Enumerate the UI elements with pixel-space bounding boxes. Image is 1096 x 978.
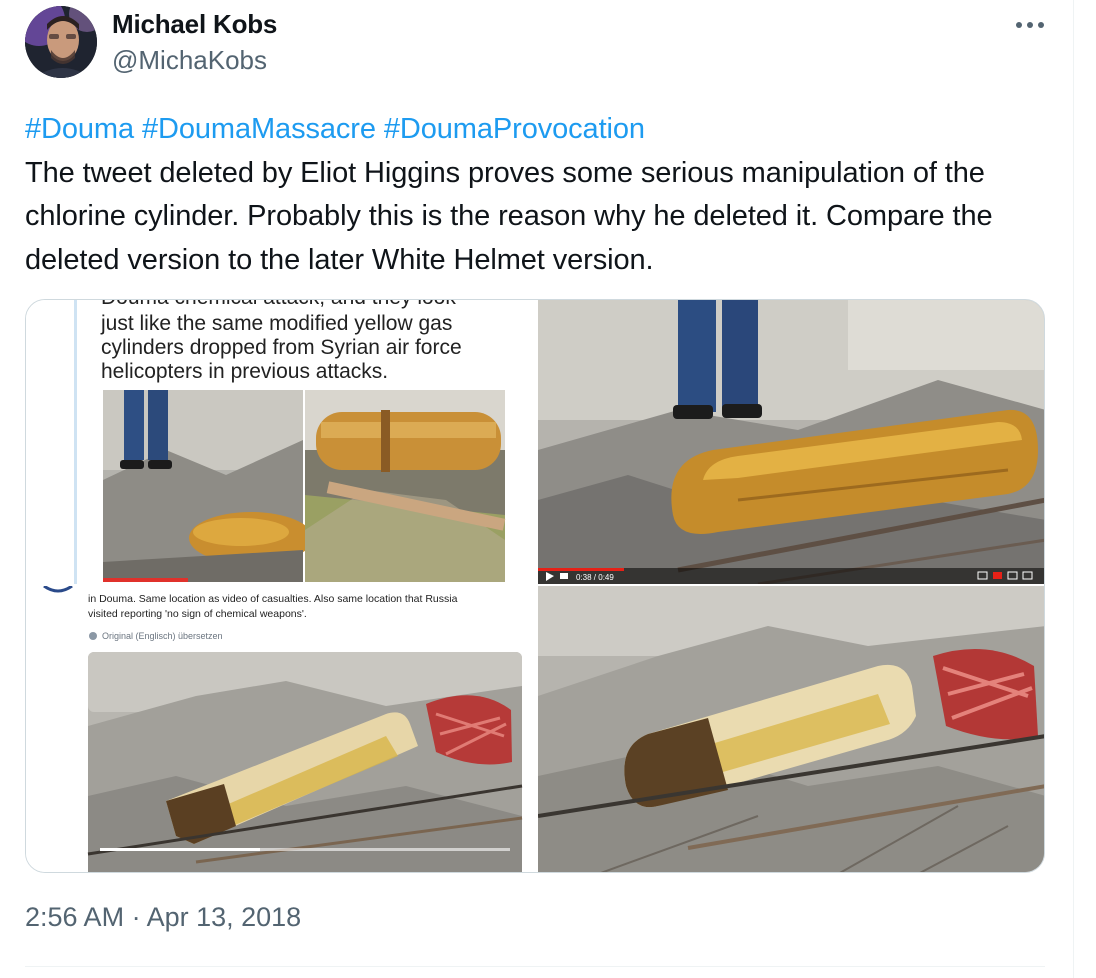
media-video-cylinder-rooftop[interactable]: 0:38 / 0:49 <box>538 300 1044 584</box>
media-image-cylinder-closeup[interactable] <box>538 586 1044 872</box>
image-caption-line: in Douma. Same location as video of casu… <box>88 593 458 605</box>
divider <box>25 966 1045 967</box>
video-time-display: 0:38 / 0:49 <box>576 573 614 582</box>
image-caption-line: cylinders dropped from Syrian air force <box>101 336 462 359</box>
image-caption-line: just like the same modified yellow gas <box>100 312 452 335</box>
photo-man-cylinder <box>103 390 313 582</box>
more-options-button[interactable] <box>1010 12 1050 38</box>
media-grid: Douma chemical attack, and they look jus… <box>25 299 1045 873</box>
media-image-later-tweet[interactable]: in Douma. Same location as video of casu… <box>26 586 536 872</box>
post-timestamp[interactable]: 2:56 AM · Apr 13, 2018 <box>25 902 301 933</box>
media-image-deleted-tweet[interactable]: Douma chemical attack, and they look jus… <box>26 300 536 584</box>
translate-link: Original (Englisch) übersetzen <box>102 631 223 641</box>
image-caption-line: helicopters in previous attacks. <box>101 360 388 383</box>
author-display-name[interactable]: Michael Kobs <box>112 9 277 40</box>
avatar[interactable] <box>25 6 97 78</box>
hashtag-link[interactable]: #DoumaProvocation <box>384 113 645 145</box>
image-caption-cut-line: Douma chemical attack, and they look <box>101 300 456 309</box>
ellipsis-icon <box>1016 22 1044 28</box>
hashtag-link[interactable]: #Douma <box>25 113 134 145</box>
timeline-border <box>1073 0 1074 978</box>
photo-cylinder-rubble <box>87 652 523 872</box>
hashtag-link[interactable]: #DoumaMassacre <box>142 113 376 145</box>
image-caption-line: visited reporting 'no sign of chemical w… <box>88 608 307 620</box>
tweet-text: #Douma #DoumaMassacre #DoumaProvocation … <box>25 108 1055 282</box>
author-handle[interactable]: @MichaKobs <box>112 45 267 76</box>
hashtag-line: #Douma #DoumaMassacre #DoumaProvocation <box>25 108 1055 152</box>
user-avatar-icon <box>25 6 97 78</box>
photo-cylinder-bed <box>305 390 506 582</box>
tweet-body: The tweet deleted by Eliot Higgins prove… <box>25 156 993 276</box>
